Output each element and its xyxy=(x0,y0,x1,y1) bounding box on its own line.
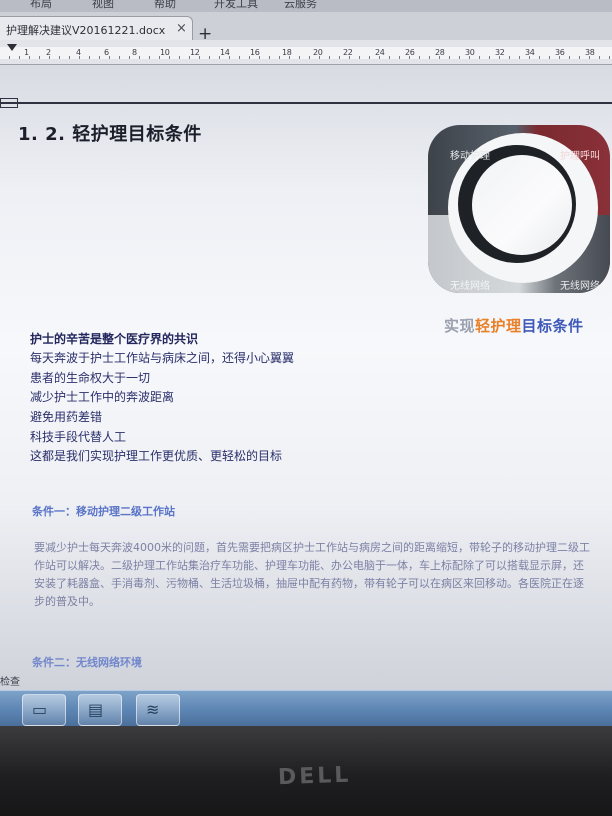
paragraph-line: 每天奔波于护士工作站与病床之间，还得小心翼翼 xyxy=(30,351,295,365)
ruler-label: 30 xyxy=(465,48,475,57)
caption-part-1: 实现 xyxy=(444,317,476,335)
ruler-label: 36 xyxy=(555,48,565,57)
ring-center xyxy=(472,155,572,255)
ruler-label: 2 xyxy=(46,48,51,57)
status-bar-label[interactable]: 检查 xyxy=(0,673,20,688)
menu-item-cloud[interactable]: 云服务 xyxy=(284,0,317,11)
ruler-label: 28 xyxy=(435,48,445,57)
ruler-label: 22 xyxy=(343,48,353,57)
ruler-label: 8 xyxy=(132,48,137,57)
menu-item-layout[interactable]: 布局 xyxy=(30,0,52,11)
section-heading[interactable]: 1. 2. 轻护理目标条件 xyxy=(18,120,202,146)
caption-part-3: 目标条件 xyxy=(521,317,584,335)
graphic-label-wireless-right: 无线网络 xyxy=(560,281,600,292)
close-tab-icon[interactable]: × xyxy=(176,21,187,36)
ruler-label: 1 xyxy=(24,48,29,57)
ruler-label: 6 xyxy=(104,48,109,57)
ruler-label: 32 xyxy=(495,48,505,57)
paragraph-line: 这都是我们实现护理工作更优质、更轻松的目标 xyxy=(30,449,283,463)
ruler-label: 10 xyxy=(160,48,170,57)
paragraph-line: 患者的生命权大于一切 xyxy=(30,371,151,385)
condition-2-heading: 条件二：无线网络环境 xyxy=(32,656,142,669)
ruler-label: 26 xyxy=(405,48,415,57)
header-divider xyxy=(0,102,612,104)
menu-bar: 布局 视图 帮助 开发工具 云服务 xyxy=(0,0,612,12)
paragraph-line: 护士的辛苦是整个医疗界的共识 xyxy=(30,332,199,346)
ruler-label: 24 xyxy=(375,48,385,57)
ruler-label: 14 xyxy=(220,48,230,57)
ruler-label: 38 xyxy=(585,48,595,57)
ruler-label: 20 xyxy=(313,48,323,57)
paragraph-line: 避免用药差错 xyxy=(30,410,103,424)
explorer-icon: ▤ xyxy=(88,700,104,719)
taskbar-explorer-button[interactable]: ▤ xyxy=(78,694,122,726)
graphic-label-nurse-call: 护理呼叫 xyxy=(560,151,600,162)
ruler-label: 34 xyxy=(525,48,535,57)
taskbar-folder-button[interactable]: ▭ xyxy=(22,694,66,726)
graphic-label-mobile-nursing: 移动护理 xyxy=(450,151,490,162)
ruler-label: 18 xyxy=(282,48,292,57)
taskbar-document-button[interactable]: ≋ xyxy=(136,694,180,726)
laptop-bezel: DELL xyxy=(0,726,612,816)
menu-item-view[interactable]: 视图 xyxy=(92,0,114,11)
condition-1-heading: 条件一：移动护理二级工作站 xyxy=(32,505,175,518)
paragraph-line: 科技手段代替人工 xyxy=(30,430,127,444)
menu-item-help[interactable]: 帮助 xyxy=(154,0,176,11)
document-app-icon: ≋ xyxy=(146,700,160,719)
document-tab-bar: 护理解决建议V20161221.docx × + xyxy=(0,12,612,43)
ruler-label: 12 xyxy=(190,48,200,57)
ruler-label: 16 xyxy=(250,48,260,57)
document-page[interactable]: 1. 2. 轻护理目标条件 移动护理 护理呼叫 无线网络 无线网络 实现轻护理目… xyxy=(0,65,612,690)
ruler-scale xyxy=(0,47,612,59)
horizontal-ruler[interactable]: 1 2 4 6 8 10 12 14 16 18 20 22 24 26 28 … xyxy=(0,40,612,65)
caption-part-2: 轻护理 xyxy=(475,317,522,335)
document-tab-title: 护理解决建议V20161221.docx xyxy=(6,24,166,37)
folder-icon: ▭ xyxy=(32,700,48,719)
ruler-label: 4 xyxy=(76,48,81,57)
indent-marker-icon[interactable] xyxy=(7,44,17,51)
graphic-caption: 实现轻护理目标条件 xyxy=(444,315,584,336)
menu-item-developer[interactable]: 开发工具 xyxy=(214,0,258,11)
target-conditions-graphic[interactable]: 移动护理 护理呼叫 无线网络 无线网络 xyxy=(428,125,610,293)
document-tab[interactable]: 护理解决建议V20161221.docx × xyxy=(0,16,193,41)
windows-taskbar: ▭ ▤ ≋ xyxy=(0,690,612,727)
laptop-brand-logo: DELL xyxy=(277,762,352,791)
graphic-label-wireless-left: 无线网络 xyxy=(450,281,490,292)
condition-1-body: 要减少护士每天奔波4000米的问题，首先需要把病区护士工作站与病房之间的距离缩短… xyxy=(34,541,590,608)
paragraph-line: 减少护士工作中的奔波距离 xyxy=(30,390,175,404)
